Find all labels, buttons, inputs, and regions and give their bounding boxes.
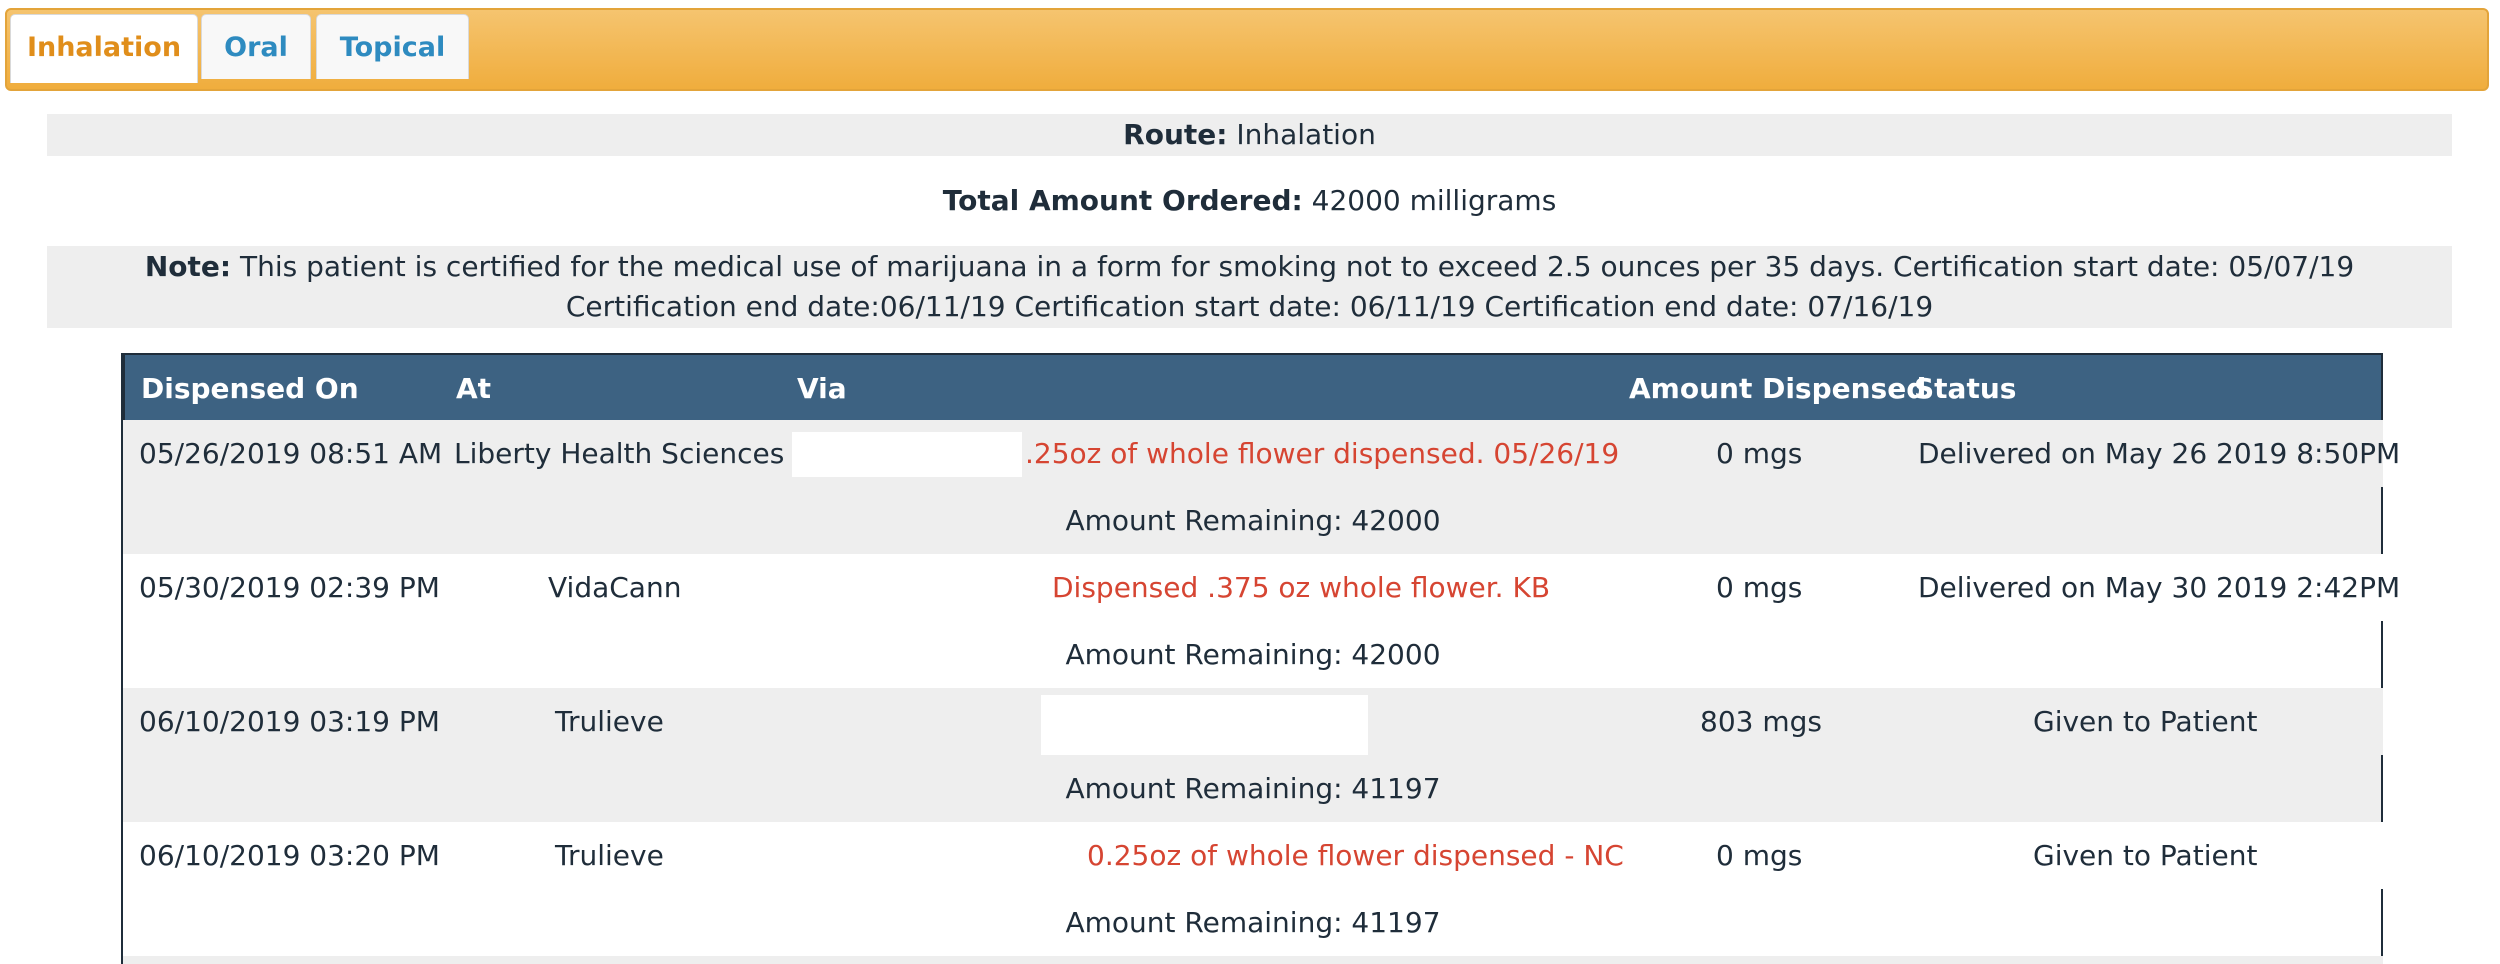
dispensed-on-cell: 05/26/2019 08:51 AM — [139, 437, 443, 470]
status-cell: Delivered on May 30 2019 2:42PM — [1918, 571, 2401, 604]
dispensed-on-cell: 06/10/2019 03:19 PM — [139, 705, 440, 738]
amount-remaining-row: Amount Remaining: 42000 — [123, 621, 2383, 688]
redacted-block — [1041, 695, 1368, 755]
amount-remaining-row: Amount Remaining: 41197 — [123, 889, 2383, 956]
total-amount-info: Total Amount Ordered: 42000 milligrams — [47, 180, 2452, 222]
header-dispensed-on: Dispensed On — [141, 372, 359, 405]
total-label: Total Amount Ordered: — [942, 184, 1303, 217]
total-value: 42000 milligrams — [1311, 184, 1557, 217]
dispense-history-table: Dispensed On At Via Amount Dispensed Sta… — [121, 353, 2400, 964]
at-cell: Trulieve — [555, 705, 664, 738]
tab-inhalation[interactable]: Inhalation — [10, 14, 198, 83]
status-cell: Given to Patient — [2033, 705, 2258, 738]
route-value: Inhalation — [1236, 118, 1376, 151]
amount-remaining-row: Amount Remaining: 41197 — [123, 755, 2383, 822]
via-cell: .25oz of whole flower dispensed. 05/26/1… — [1025, 437, 1620, 470]
route-info: Route: Inhalation — [47, 114, 2452, 156]
header-via: Via — [797, 372, 847, 405]
at-cell: Trulieve — [555, 839, 664, 872]
amount-remaining: Amount Remaining: 41197 — [1065, 906, 1441, 939]
header-at: At — [456, 372, 492, 405]
header-amount-dispensed: Amount Dispensed — [1629, 372, 1927, 405]
at-cell: Liberty Health Sciences — [454, 437, 785, 470]
redacted-block — [792, 432, 1022, 477]
route-label: Route: — [1123, 118, 1228, 151]
table-row: 05/26/2019 08:51 AM Liberty Health Scien… — [123, 420, 2400, 487]
amount-cell: 0 mgs — [1716, 571, 1803, 604]
via-cell: Dispensed .375 oz whole flower. KB — [1052, 571, 1551, 604]
at-cell: VidaCann — [548, 571, 682, 604]
amount-remaining-row: Amount Remaining: 42000 — [123, 487, 2383, 554]
table-row: 05/30/2019 02:39 PM VidaCann Dispensed .… — [123, 554, 2400, 621]
note-label: Note: — [144, 250, 232, 283]
note-text: This patient is certified for the medica… — [240, 250, 2355, 323]
status-cell: Given to Patient — [2033, 839, 2258, 872]
amount-cell: 803 mgs — [1700, 705, 1822, 738]
status-cell: Delivered on May 26 2019 8:50PM — [1918, 437, 2401, 470]
header-status: Status — [1914, 372, 2017, 405]
row-divider — [2381, 755, 2383, 822]
amount-cell: 0 mgs — [1716, 437, 1803, 470]
certification-note: Note: This patient is certified for the … — [47, 246, 2452, 328]
row-divider — [2381, 621, 2383, 688]
amount-remaining: Amount Remaining: 42000 — [1065, 504, 1441, 537]
next-row-edge — [123, 956, 2383, 964]
tab-oral[interactable]: Oral — [201, 14, 311, 79]
table-row: 06/10/2019 03:19 PM Trulieve 803 mgs Giv… — [123, 688, 2383, 755]
amount-cell: 0 mgs — [1716, 839, 1803, 872]
table-header: Dispensed On At Via Amount Dispensed Sta… — [123, 353, 2383, 420]
amount-remaining: Amount Remaining: 41197 — [1065, 772, 1441, 805]
table-row: 06/10/2019 03:20 PM Trulieve 0.25oz of w… — [123, 822, 2383, 889]
tab-topical[interactable]: Topical — [316, 14, 469, 79]
via-cell: 0.25oz of whole flower dispensed - NC — [1087, 839, 1624, 872]
row-divider — [2381, 487, 2383, 554]
amount-remaining: Amount Remaining: 42000 — [1065, 638, 1441, 671]
dispensed-on-cell: 06/10/2019 03:20 PM — [139, 839, 440, 872]
row-divider — [2381, 889, 2383, 956]
dispensed-on-cell: 05/30/2019 02:39 PM — [139, 571, 440, 604]
